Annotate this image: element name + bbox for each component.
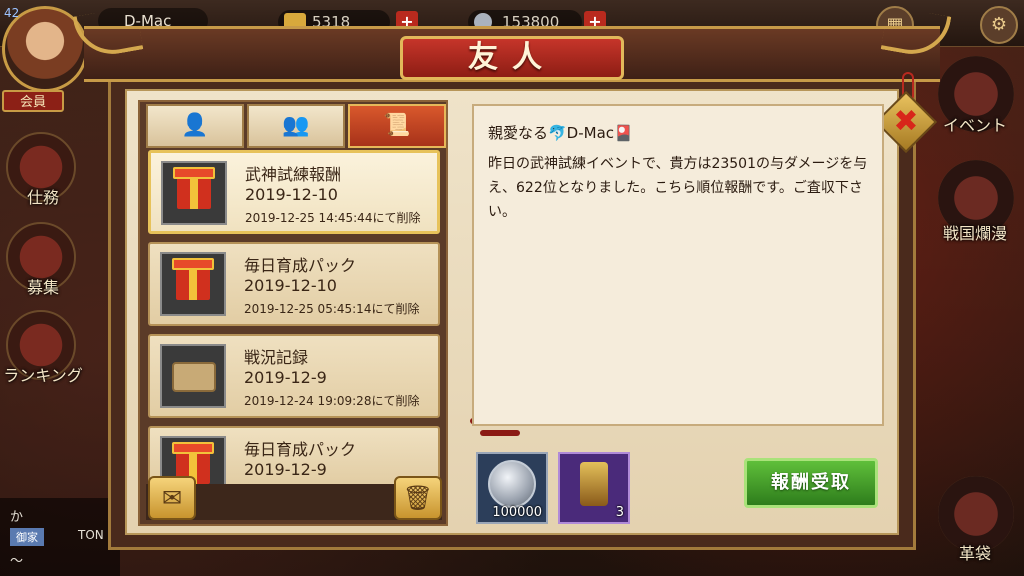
chat-guild-tag: 御家 [10, 528, 44, 546]
mail-compose-button[interactable]: ✉ [148, 476, 196, 520]
list-item[interactable]: 戦況記録 2019-12-9 2019-12-24 19:09:28にて削除 [148, 334, 440, 418]
tab-friend-requests[interactable]: 👤 [146, 104, 244, 148]
banner-item-icon [580, 462, 608, 506]
close-icon: ✖ [893, 104, 919, 139]
mail-tabs: 👤 👥 📜 [146, 104, 446, 148]
chat-line-1: か [10, 510, 24, 525]
mail-greeting: 親愛なる🐬D-Mac🎴 [488, 124, 633, 142]
system-mail-icon: 📜 [383, 113, 411, 138]
mail-thumb [160, 344, 226, 408]
friend-clock-icon: 👤 [181, 113, 209, 138]
tab-friends[interactable]: 👥 [247, 104, 345, 148]
dialog-title: 友人 [400, 36, 624, 80]
mail-detail: 親愛なる🐬D-Mac🎴 昨日の武神試練イベントで、貴方は23501の与ダメージを… [472, 104, 884, 426]
envelope-icon: ✉ [161, 484, 183, 512]
bag-label: 革袋 [958, 544, 991, 563]
mail-title: 武神試練報酬 [245, 165, 342, 184]
mail-delete-note: 2019-12-25 14:45:44にて削除 [245, 211, 421, 225]
mail-date: 2019-12-9 [244, 460, 327, 479]
reward-banner[interactable]: 3 [558, 452, 630, 524]
mail-title: 毎日育成パック [244, 256, 357, 275]
mail-body: 昨日の武神試練イベントで、貴方は23501の与ダメージを与え、622位となりまし… [488, 156, 868, 220]
mail-title: 毎日育成パック [244, 440, 357, 459]
mail-thumb [161, 161, 227, 225]
mail-date: 2019-12-10 [245, 185, 338, 204]
gear-icon[interactable]: ⚙ [980, 6, 1018, 44]
chat-line-2: 〜 [10, 554, 24, 569]
chat-preview[interactable]: か 御家 TON 〜 [0, 498, 120, 576]
mail-date: 2019-12-10 [244, 276, 337, 295]
recruit-label: 募集 [26, 278, 59, 297]
player-level: 42 [4, 6, 20, 20]
gift-icon [173, 167, 215, 209]
reward-qty: 3 [615, 505, 624, 520]
reward-qty: 100000 [492, 505, 542, 520]
list-item[interactable]: 毎日育成パック 2019-12-10 2019-12-25 05:45:14にて… [148, 242, 440, 326]
mail-delete-note: 2019-12-25 05:45:14にて削除 [244, 302, 420, 316]
gift-icon [172, 258, 214, 300]
silver-coin-icon [488, 460, 536, 508]
cloud-ornament [480, 430, 520, 436]
reward-silver[interactable]: 100000 [476, 452, 548, 524]
mail-title: 戦況記録 [244, 348, 309, 367]
chat-player-name: TON [78, 528, 104, 542]
event-label: イベント [942, 116, 1007, 135]
claim-reward-button[interactable]: 報酬受取 [744, 458, 878, 508]
list-item[interactable]: 武神試練報酬 2019-12-10 2019-12-25 14:45:44にて削… [148, 150, 440, 234]
delete-mail-button[interactable]: 🗑 [394, 476, 442, 520]
scroll-icon [172, 362, 216, 392]
duty-label: 仕務 [26, 188, 59, 207]
mail-date: 2019-12-9 [244, 368, 327, 387]
mail-delete-note: 2019-12-24 19:09:28にて削除 [244, 394, 420, 408]
friends-icon: 👥 [282, 113, 310, 138]
trash-icon: 🗑 [402, 484, 434, 512]
member-badge[interactable]: 会員 [2, 90, 64, 112]
mail-thumb [160, 252, 226, 316]
ranking-label: ランキング [3, 366, 83, 385]
sengoku-label: 戦国爛漫 [942, 224, 1007, 243]
tab-system-mail[interactable]: 📜 [348, 104, 446, 148]
